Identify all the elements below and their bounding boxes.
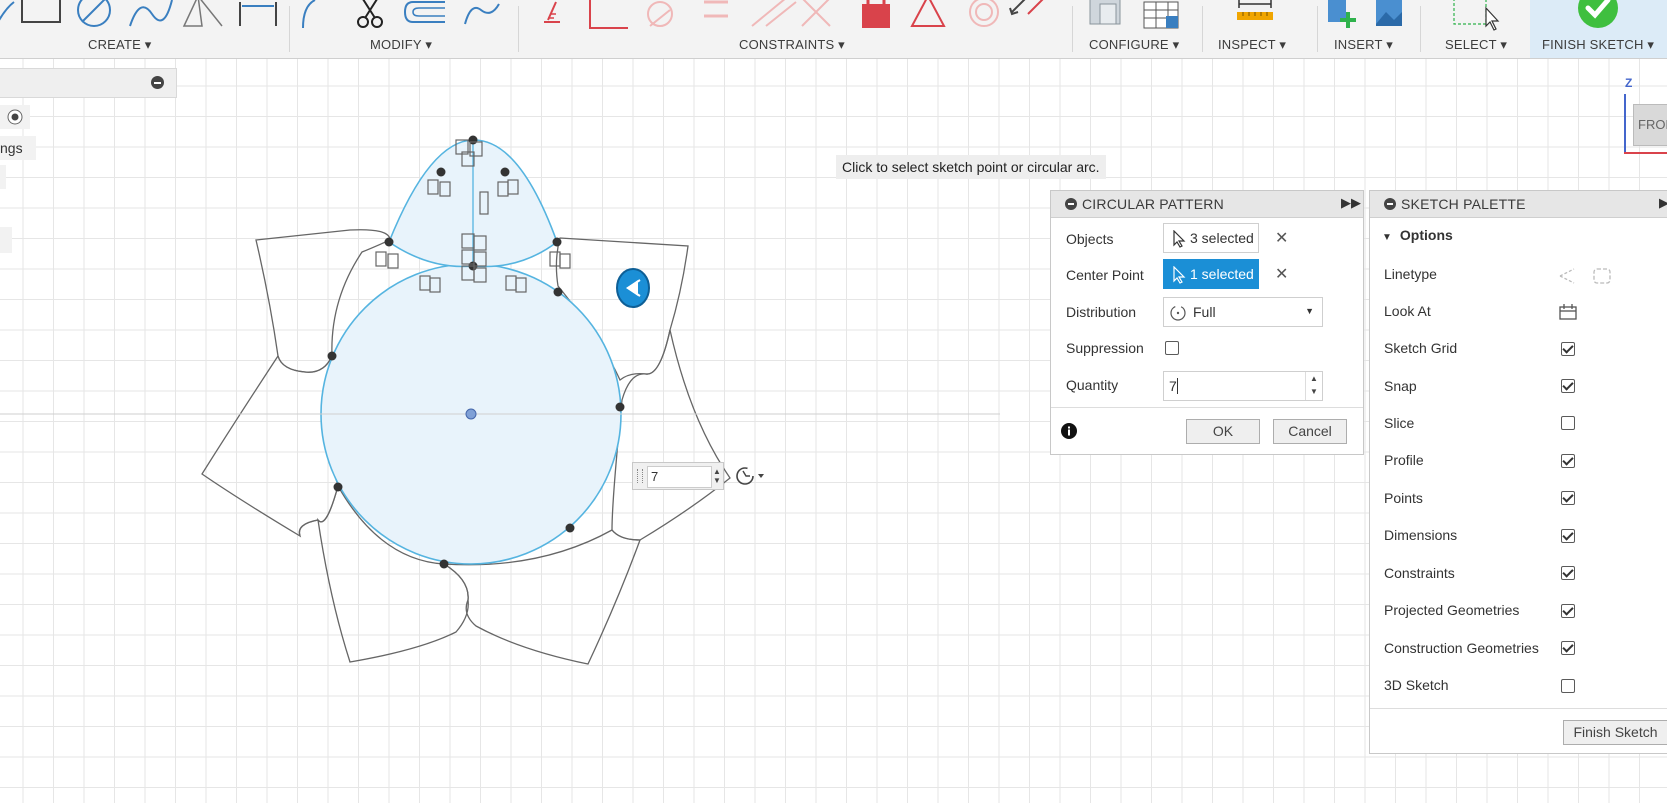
dialog-header: CIRCULAR PATTERN ▶▶ [1051, 191, 1363, 218]
expand-arrow-icon[interactable]: ▶ [1659, 195, 1667, 211]
look-at-label: Look At [1384, 303, 1431, 319]
sketch-grid-checkbox[interactable] [1561, 342, 1575, 356]
distribution-label: Distribution [1066, 304, 1137, 320]
viewcube-z-axis: Z [1625, 76, 1633, 90]
quantity-label: Quantity [1066, 377, 1119, 393]
linetype-construction-icon[interactable] [1558, 267, 1578, 285]
section-expanded-icon: ▼ [1382, 232, 1392, 243]
viewcube-x-axis-line [1624, 152, 1667, 154]
dialog-footer-divider [1051, 407, 1363, 408]
finish-sketch-menu[interactable]: FINISH SKETCH ▾ [1542, 37, 1654, 53]
inline-quantity-grip-icon[interactable] [637, 469, 643, 483]
quantity-cursor [1177, 378, 1178, 394]
clear-objects-icon[interactable]: ✕ [1275, 228, 1288, 248]
cursor-arrow-icon [1173, 266, 1186, 284]
objects-select-button[interactable]: 3 selected [1163, 223, 1259, 253]
select-menu[interactable]: SELECT ▾ [1445, 37, 1507, 53]
full-circle-distribution-icon [1170, 305, 1186, 321]
options-section-label: Options [1399, 227, 1453, 243]
inspect-menu[interactable]: INSPECT ▾ [1218, 37, 1286, 53]
dialog-title: CIRCULAR PATTERN [1082, 196, 1224, 212]
sketch-grid-label: Sketch Grid [1384, 340, 1458, 356]
constraints-label: Constraints [1384, 565, 1455, 581]
3d-sketch-label: 3D Sketch [1384, 677, 1449, 693]
distribution-dropdown[interactable]: Full ▼ [1163, 297, 1323, 327]
center-point[interactable] [465, 408, 477, 420]
projected-geometries-checkbox[interactable] [1561, 604, 1575, 618]
viewcube[interactable]: Z FRONT [1620, 76, 1667, 156]
rotate-direction-icon[interactable] [734, 465, 770, 487]
cancel-button[interactable]: Cancel [1273, 419, 1347, 444]
viewcube-axis-line [1624, 94, 1626, 152]
clear-center-point-icon[interactable]: ✕ [1275, 264, 1288, 284]
measure-icon[interactable] [1235, 0, 1275, 32]
profile-checkbox[interactable] [1561, 454, 1575, 468]
finish-sketch-button[interactable]: Finish Sketch [1563, 720, 1667, 745]
construction-geometries-checkbox[interactable] [1561, 641, 1575, 655]
distribution-value: Full [1193, 304, 1216, 320]
configure-tools-icons[interactable] [1082, 0, 1212, 32]
slice-checkbox[interactable] [1561, 416, 1575, 430]
profile-label: Profile [1384, 452, 1424, 468]
snap-label: Snap [1384, 378, 1417, 394]
options-section-header[interactable]: ▼ Options [1382, 227, 1453, 243]
suppression-checkbox[interactable] [1165, 341, 1179, 355]
status-tooltip: Click to select sketch point or circular… [836, 155, 1106, 179]
select-window-icon[interactable] [1452, 0, 1502, 32]
quantity-stepper[interactable]: ▲ ▼ [1305, 372, 1322, 400]
points-label: Points [1384, 490, 1423, 506]
inline-quantity-input[interactable]: 7 [647, 466, 712, 488]
construction-geometries-label: Construction Geometries [1384, 640, 1539, 656]
collapse-icon[interactable] [1065, 198, 1077, 210]
linetype-centerline-icon[interactable] [1592, 267, 1612, 285]
toolbar-separator [1420, 6, 1421, 52]
objects-label: Objects [1066, 231, 1114, 247]
palette-header: SKETCH PALETTE ▶ [1370, 191, 1667, 218]
insert-menu[interactable]: INSERT ▾ [1334, 37, 1393, 53]
sketch-geometry[interactable] [0, 0, 1000, 803]
toolbar-separator [1202, 6, 1203, 52]
cursor-arrow-icon [1173, 230, 1186, 248]
center-point-value: 1 selected [1190, 266, 1254, 282]
palette-title: SKETCH PALETTE [1401, 196, 1526, 212]
insert-tools-icons[interactable] [1322, 0, 1402, 32]
points-checkbox[interactable] [1561, 491, 1575, 505]
slice-label: Slice [1384, 415, 1415, 431]
chevron-down-icon: ▼ [1305, 306, 1314, 316]
quantity-field[interactable]: 7 ▲ ▼ [1163, 371, 1323, 401]
collapse-icon[interactable] [1384, 198, 1396, 210]
snap-checkbox[interactable] [1561, 379, 1575, 393]
constraints-checkbox[interactable] [1561, 566, 1575, 580]
circular-pattern-dialog: CIRCULAR PATTERN ▶▶ Objects 3 selected ✕… [1050, 190, 1364, 455]
info-icon[interactable] [1061, 423, 1077, 439]
toolbar-separator [1072, 6, 1073, 52]
toolbar-separator [1317, 6, 1318, 52]
projected-geometries-label: Projected Geometries [1384, 602, 1520, 618]
expand-double-arrow-icon[interactable]: ▶▶ [1341, 195, 1361, 211]
finish-sketch-check-icon[interactable] [1578, 0, 1618, 32]
inline-quantity-stepper[interactable]: ▲ ▼ [713, 467, 721, 485]
3d-sketch-checkbox[interactable] [1561, 679, 1575, 693]
sketch-palette: SKETCH PALETTE ▶ ▼ Options Linetype Look … [1369, 190, 1667, 754]
inline-quantity-field[interactable]: 7 ▲ ▼ [632, 462, 724, 490]
pattern-flip-handle[interactable] [616, 268, 650, 308]
quantity-input[interactable]: 7 [1169, 378, 1177, 394]
ok-button[interactable]: OK [1186, 419, 1260, 444]
center-point-label: Center Point [1066, 267, 1144, 283]
linetype-label: Linetype [1384, 266, 1437, 282]
look-at-icon[interactable] [1558, 303, 1578, 321]
suppression-label: Suppression [1066, 340, 1144, 356]
palette-footer-divider [1370, 708, 1667, 709]
configure-menu[interactable]: CONFIGURE ▾ [1089, 37, 1179, 53]
dimensions-checkbox[interactable] [1561, 529, 1575, 543]
dimensions-label: Dimensions [1384, 527, 1458, 543]
center-point-select-button[interactable]: 1 selected [1163, 259, 1259, 289]
finish-sketch-group[interactable]: FINISH SKETCH ▾ [1530, 0, 1667, 58]
objects-value: 3 selected [1190, 230, 1254, 246]
viewcube-front-face[interactable]: FRONT [1633, 104, 1667, 146]
